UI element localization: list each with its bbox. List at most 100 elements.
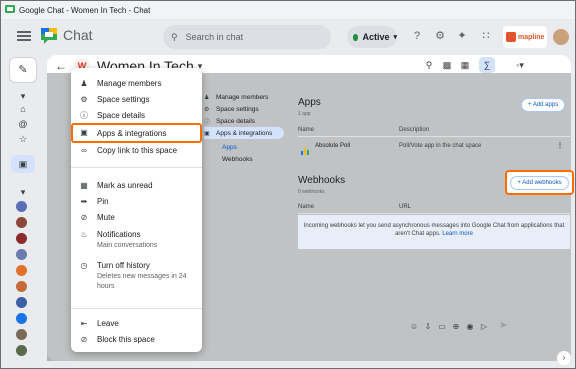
gemini-icon[interactable]: ✦ xyxy=(455,29,469,43)
collapse-chevron-icon[interactable]: ▾ xyxy=(17,90,29,102)
menu-item-leave[interactable]: ⇤ Leave xyxy=(79,319,119,329)
absolute-poll-icon xyxy=(301,142,309,155)
menu-item-turn-off-history[interactable]: ◷ Turn off history Deletes new messages … xyxy=(79,261,195,292)
menu-item-mute[interactable]: ⊘ Mute xyxy=(79,213,115,223)
menu-item-label: Copy link to this space xyxy=(97,146,178,155)
integrations-icon[interactable]: ∑ xyxy=(479,57,495,73)
webhooks-empty-text: Incoming webhooks let you send asynchron… xyxy=(303,223,565,237)
more-options-icon[interactable]: ⋮ xyxy=(557,142,563,149)
account-badge[interactable]: mapline xyxy=(503,26,547,48)
menu-item-mark-unread[interactable]: ▦ Mark as unread xyxy=(79,181,152,191)
active-status-dot xyxy=(353,33,359,41)
apps-grid-icon[interactable]: ∷ xyxy=(479,29,493,43)
settings-nav-label: Apps & integrations xyxy=(216,129,273,137)
avatar[interactable] xyxy=(551,27,571,47)
bell-off-icon: ⊘ xyxy=(80,213,88,222)
video-clip-icon[interactable]: ▷ xyxy=(477,322,491,331)
menu-item-pin[interactable]: ➥ Pin xyxy=(79,197,109,207)
app-header: Chat ⚲ Search in chat Active ▾ ? ⚙ ✦ ∷ m… xyxy=(1,19,575,55)
home-icon[interactable]: ⌂ xyxy=(17,103,29,115)
menu-item-sublabel: Main conversations xyxy=(97,242,158,249)
webhooks-col-name: Name xyxy=(298,204,315,210)
space-avatar[interactable] xyxy=(16,233,27,244)
space-avatar[interactable] xyxy=(16,313,27,324)
menu-item-label: Notifications xyxy=(97,230,141,239)
webhooks-col-url: URL xyxy=(399,204,412,210)
menu-item-label: Turn off history xyxy=(97,261,150,270)
apps-col-description: Description xyxy=(399,127,430,133)
upload-icon[interactable]: ⇩ xyxy=(421,322,435,331)
settings-nav-item[interactable]: ⚙ Space settings xyxy=(204,103,259,115)
help-icon[interactable]: ? xyxy=(410,29,424,43)
mentions-icon[interactable]: @ xyxy=(17,118,29,130)
spaces-icon[interactable]: ▣ xyxy=(17,158,29,170)
menu-item-text: Notifications Main conversations xyxy=(97,230,157,251)
settings-nav-item[interactable]: ⓘ Space details xyxy=(204,115,255,127)
status-label: Active xyxy=(362,32,390,42)
gear-icon[interactable]: ⚙ xyxy=(433,29,447,43)
apps-col-name: Name xyxy=(298,127,315,133)
space-options-menu: ♟ Manage members ⚙ Space settings ⓘ Spac… xyxy=(71,68,202,352)
back-arrow-icon[interactable]: ← xyxy=(55,59,67,73)
starred-icon[interactable]: ☆ xyxy=(17,133,29,145)
add-webhooks-button[interactable]: + Add webhooks xyxy=(510,175,569,190)
send-icon[interactable]: ➤ xyxy=(499,320,507,331)
settings-nav-sub-webhooks[interactable]: Webhooks xyxy=(222,153,253,165)
bell-icon: ♨ xyxy=(80,230,88,239)
divider xyxy=(298,136,570,137)
space-avatar[interactable] xyxy=(16,201,27,212)
menu-item-text: Turn off history Deletes new messages in… xyxy=(97,261,195,292)
app-window: Google Chat - Women In Tech - Chat Chat … xyxy=(0,0,576,369)
info-icon: ⓘ xyxy=(204,119,211,126)
menu-item-space-settings[interactable]: ⚙ Space settings xyxy=(79,95,149,105)
menu-item-label: Mute xyxy=(97,213,115,222)
menu-item-sublabel: Deletes new messages in 24 hours xyxy=(97,273,187,290)
menu-item-copy-link[interactable]: ∞ Copy link to this space xyxy=(79,146,177,156)
menu-item-label: Space settings xyxy=(97,95,150,104)
space-avatar[interactable] xyxy=(16,329,27,340)
settings-nav-item-apps-integrations[interactable]: ▣ Apps & integrations xyxy=(204,127,284,139)
main-menu-icon[interactable] xyxy=(17,29,31,43)
settings-nav-label: Apps xyxy=(222,143,237,151)
space-avatar[interactable] xyxy=(16,281,27,292)
video-call-icon[interactable]: ◦▾ xyxy=(509,59,531,71)
members-icon: ♟ xyxy=(80,79,88,88)
gif-icon[interactable]: ▭ xyxy=(435,322,449,331)
menu-divider xyxy=(71,308,202,309)
link-icon: ∞ xyxy=(81,146,87,155)
search-in-space-icon[interactable]: ⚲ xyxy=(423,59,435,71)
status-dropdown[interactable]: Active ▾ xyxy=(347,26,397,48)
menu-item-notifications[interactable]: ♨ Notifications Main conversations xyxy=(79,230,157,251)
menu-item-space-details[interactable]: ⓘ Space details xyxy=(79,111,145,121)
picture-in-picture-icon[interactable]: ▩ xyxy=(441,59,453,71)
webhooks-heading: Webhooks xyxy=(298,175,346,186)
search-input[interactable]: ⚲ Search in chat xyxy=(163,25,331,49)
compose-toolbar: ☺ ⇩ ▭ ⊕ ◉ ▷ xyxy=(201,315,501,337)
collapse-spaces-icon[interactable]: ▾ xyxy=(17,186,29,198)
record-icon[interactable]: ◉ xyxy=(463,322,477,331)
new-chat-button[interactable]: ✎ xyxy=(9,57,37,83)
emoji-icon[interactable]: ☺ xyxy=(407,322,421,331)
grid-icon[interactable]: ▦ xyxy=(459,59,471,71)
learn-more-link[interactable]: Learn more xyxy=(442,231,473,237)
space-avatar[interactable] xyxy=(16,217,27,228)
app-row-name[interactable]: Absolute Poll xyxy=(315,143,350,149)
menu-item-manage-members[interactable]: ♟ Manage members xyxy=(79,79,161,89)
new-chat-icon: ✎ xyxy=(18,64,28,76)
mark-unread-icon: ▦ xyxy=(80,181,88,190)
window-title: Google Chat - Women In Tech - Chat xyxy=(19,5,151,15)
space-avatar[interactable] xyxy=(16,265,27,276)
add-webhooks-highlight: + Add webhooks xyxy=(505,170,574,195)
space-avatar[interactable] xyxy=(16,297,27,308)
settings-nav-sub-apps[interactable]: Apps xyxy=(222,141,237,153)
chevron-expand-icon[interactable]: › xyxy=(557,351,571,365)
add-apps-button[interactable]: + Add apps xyxy=(521,98,566,112)
space-avatar[interactable] xyxy=(16,345,27,356)
pin-icon: ➥ xyxy=(80,197,88,206)
menu-item-block-space[interactable]: ⊘ Block this space xyxy=(79,335,155,345)
webhooks-count: 0 webhooks xyxy=(298,189,325,195)
menu-item-apps-integrations[interactable]: ▣ Apps & integrations xyxy=(71,123,202,143)
space-avatar[interactable] xyxy=(16,249,27,260)
settings-nav-item[interactable]: ♟ Manage members xyxy=(204,91,268,103)
add-icon[interactable]: ⊕ xyxy=(449,322,463,331)
